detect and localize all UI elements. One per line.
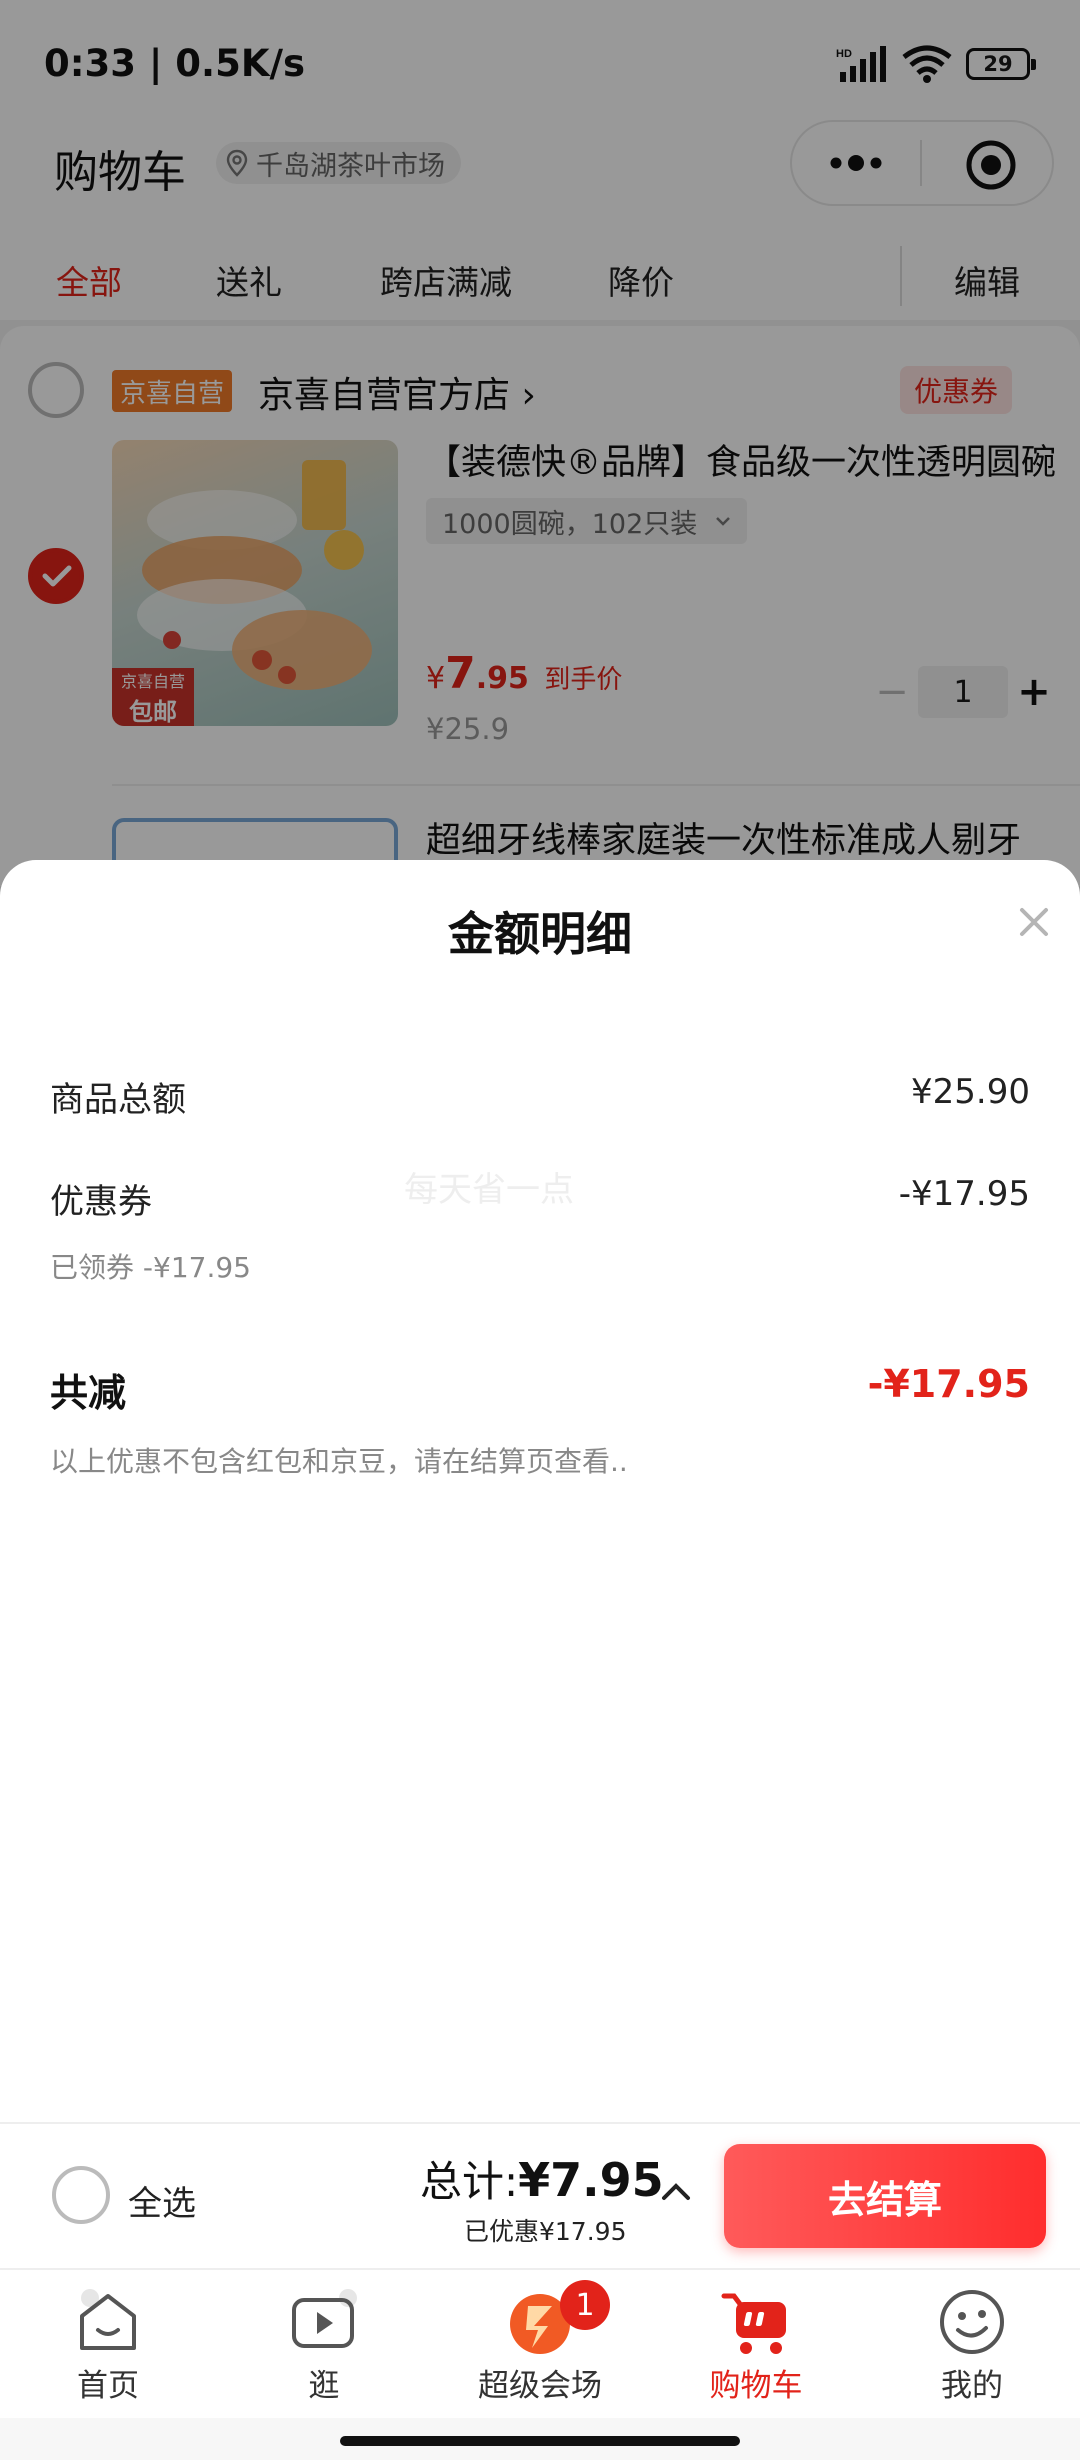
coupon-label: 优惠券 bbox=[50, 1182, 152, 1222]
sheet-title: 金额明细 bbox=[448, 907, 632, 961]
watermark-text: 每天省一点 bbox=[404, 1170, 574, 1210]
total-value: ¥7.95 bbox=[518, 2153, 664, 2207]
tabbar-venue-label: 超级会场 bbox=[478, 2368, 602, 2404]
play-icon bbox=[292, 2289, 357, 2348]
tabbar-mine-label: 我的 bbox=[941, 2368, 1003, 2404]
tabbar-browse-label: 逛 bbox=[308, 2368, 340, 2404]
venue-icon-wrap: 1 bbox=[504, 2280, 610, 2358]
amount-detail-sheet bbox=[0, 860, 1080, 2122]
total-reduce-value: -¥17.95 bbox=[867, 1362, 1030, 1406]
home-indicator[interactable] bbox=[340, 2436, 740, 2446]
select-all-label[interactable]: 全选 bbox=[128, 2176, 196, 2225]
venue-badge: 1 bbox=[560, 2280, 610, 2330]
tabbar-venue[interactable]: 1 超级会场 bbox=[450, 2268, 630, 2418]
tabbar-cart-label: 购物车 bbox=[709, 2368, 803, 2404]
close-icon[interactable] bbox=[1014, 902, 1054, 942]
tabbar-home-label: 首页 bbox=[77, 2368, 139, 2404]
total-label: 总计: bbox=[420, 2157, 519, 2206]
goods-total-label: 商品总额 bbox=[50, 1080, 186, 1120]
cart-icon bbox=[721, 2293, 786, 2354]
discount-summary: 已优惠¥17.95 bbox=[464, 2217, 627, 2246]
tabbar-cart[interactable]: 购物车 bbox=[666, 2268, 846, 2418]
goods-total-value: ¥25.90 bbox=[911, 1072, 1030, 1112]
coupon-claimed-note: 已领券 -¥17.95 bbox=[50, 1251, 251, 1284]
coupon-value: -¥17.95 bbox=[898, 1174, 1030, 1214]
tabbar-home[interactable]: 首页 bbox=[18, 2268, 198, 2418]
checkout-button[interactable]: 去结算 bbox=[724, 2144, 1046, 2248]
discount-disclaimer: 以上优惠不包含红包和京豆，请在结算页查看.. bbox=[50, 1445, 628, 1478]
total-reduce-label: 共减 bbox=[50, 1371, 127, 1415]
select-all-checkbox[interactable] bbox=[52, 2166, 110, 2224]
home-icon bbox=[80, 2289, 136, 2350]
tabbar-mine[interactable]: 我的 bbox=[882, 2268, 1062, 2418]
chevron-up-icon[interactable] bbox=[658, 2180, 694, 2204]
total-amount: 总计:¥7.95 bbox=[420, 2148, 664, 2209]
smile-icon bbox=[940, 2290, 1004, 2354]
tabbar-browse[interactable]: 逛 bbox=[234, 2268, 414, 2418]
